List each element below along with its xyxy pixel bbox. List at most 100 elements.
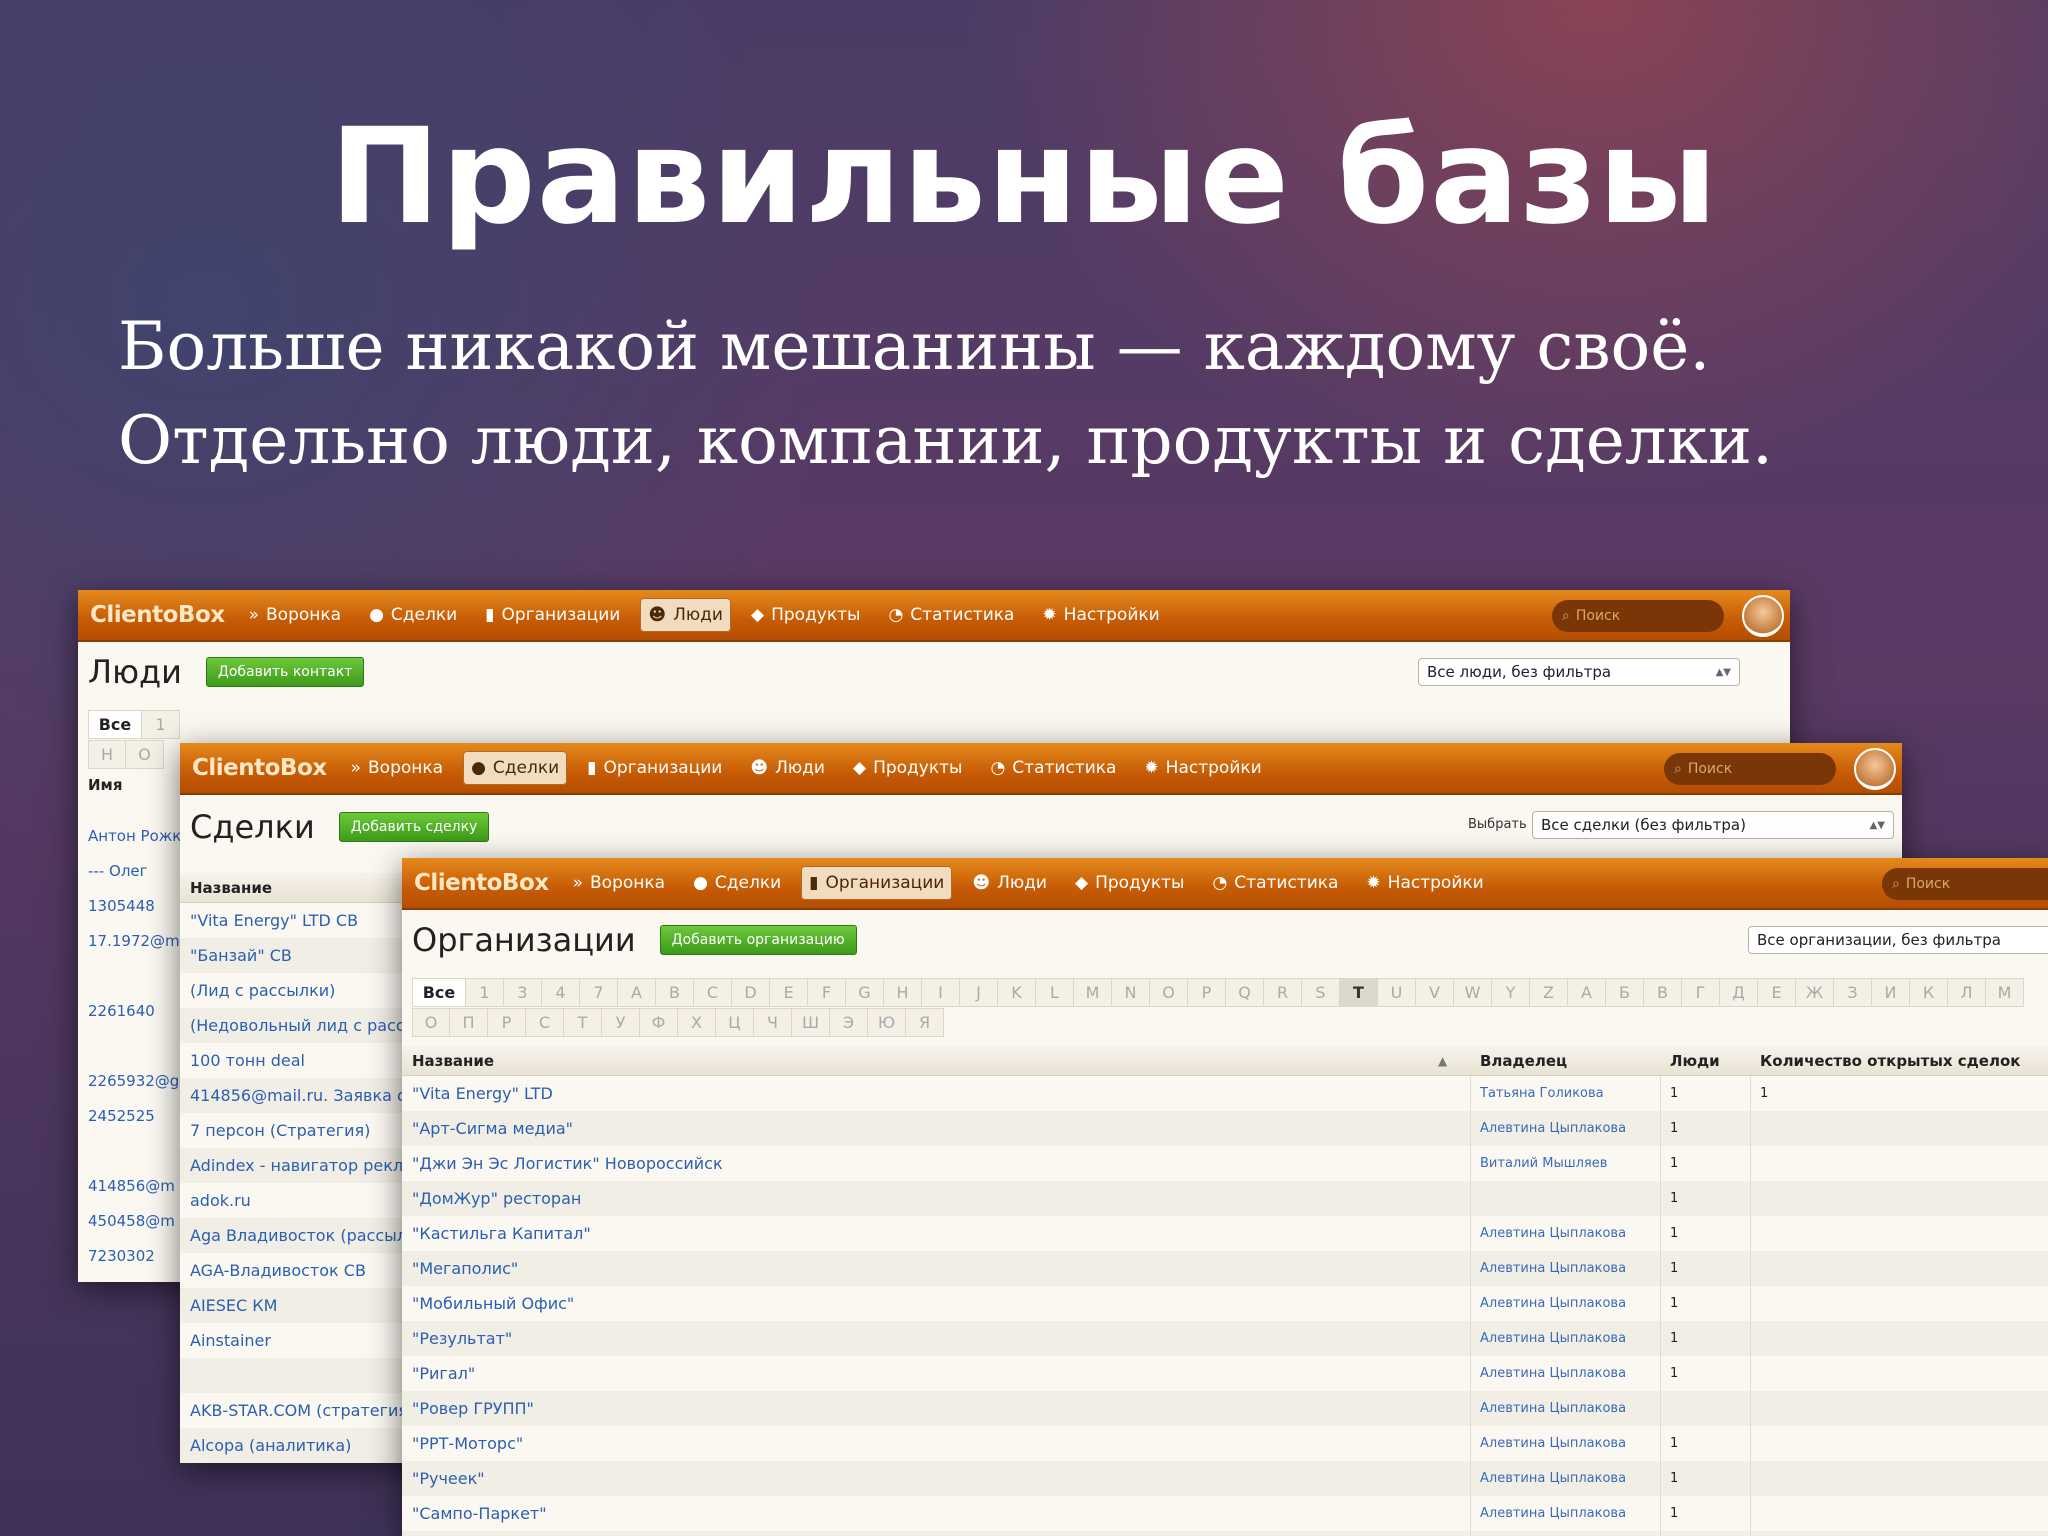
alphabet-letter[interactable]: А [1568,978,1606,1007]
orgs-filter-select[interactable]: Все организации, без фильтра [1748,926,2048,954]
nav-people[interactable]: ☻ Люди [742,751,833,785]
nav-orgs[interactable]: ▮ Организации [579,751,730,785]
list-item[interactable] [78,1028,188,1063]
org-name-link[interactable]: "Сампо-Паркет" [402,1504,547,1523]
alphabet-letter[interactable]: K [998,978,1036,1007]
alphabet-letter[interactable]: J [960,978,998,1007]
org-name-link[interactable]: "Ригал" [402,1364,475,1383]
alphabet-letter[interactable]: I [922,978,960,1007]
list-item[interactable]: Антон Рожк [78,818,188,853]
search-input[interactable]: ⌕ Поиск [1664,753,1836,785]
owner-link[interactable]: Алевтина Цыплакова [1480,1121,1626,1136]
owner-link[interactable]: Татьяна Голикова [1480,1086,1604,1101]
list-item[interactable]: 1305448 [78,888,188,923]
alphabet-letter[interactable]: F [808,978,846,1007]
alphabet-letter[interactable]: П [450,1008,488,1037]
sort-asc-icon[interactable]: ▲ [1438,1054,1447,1068]
alphabet-letter[interactable]: R [1264,978,1302,1007]
avatar[interactable] [1854,748,1896,790]
nav-stats[interactable]: ◔ Статистика [880,598,1022,632]
alphabet-letter[interactable]: Т [564,1008,602,1037]
alphabet-letter[interactable]: W [1454,978,1492,1007]
nav-products[interactable]: ◆ Продукты [1067,866,1192,900]
alphabet-letter[interactable]: 4 [542,978,580,1007]
org-name-link[interactable]: "Результат" [402,1329,512,1348]
alphabet-letter[interactable]: Д [1720,978,1758,1007]
add-contact-button[interactable]: Добавить контакт [205,657,365,687]
alphabet-letter[interactable]: E [770,978,808,1007]
nav-settings[interactable]: ✹ Настройки [1034,598,1167,632]
org-name-link[interactable]: "Ручеек" [402,1469,485,1488]
alphabet-letter[interactable]: A [618,978,656,1007]
search-input[interactable]: ⌕ Поиск [1882,868,2048,900]
list-item[interactable] [78,958,188,993]
alphabet-letter[interactable]: Ю [868,1008,906,1037]
alphabet-letter[interactable]: 1 [466,978,504,1007]
alphabet-letter[interactable]: Ч [754,1008,792,1037]
alphabet-letter[interactable]: L [1036,978,1074,1007]
alphabet-letter[interactable]: О [412,1008,450,1037]
nav-deals[interactable]: ● Сделки [685,866,789,900]
nav-funnel[interactable]: » Воронка [241,598,349,632]
people-filter-select[interactable]: Все люди, без фильтра ▲▼ [1418,658,1740,686]
owner-link[interactable]: Алевтина Цыплакова [1480,1366,1626,1381]
list-item[interactable] [78,1273,188,1282]
nav-settings[interactable]: ✹ Настройки [1136,751,1269,785]
owner-link[interactable]: Алевтина Цыплакова [1480,1226,1626,1241]
alphabet-letter[interactable]: N [1112,978,1150,1007]
org-name-link[interactable]: "РРТ-Моторс" [402,1434,523,1453]
alphabet-letter[interactable]: B [656,978,694,1007]
alphabet-letter[interactable]: S [1302,978,1340,1007]
owner-link[interactable]: Виталий Мышляев [1480,1156,1607,1171]
alphabet-letter[interactable]: M [1074,978,1112,1007]
list-item[interactable]: 17.1972@m [78,923,188,958]
add-deal-button[interactable]: Добавить сделку [338,812,490,842]
alphabet-letter[interactable]: H [884,978,922,1007]
column-header-people[interactable]: Люди [1670,1052,1720,1070]
org-name-link[interactable]: "Кастильга Капитал" [402,1224,591,1243]
list-item[interactable]: 414856@m [78,1168,188,1203]
owner-link[interactable]: Алевтина Цыплакова [1480,1331,1626,1346]
list-item[interactable] [78,1133,188,1168]
app-logo[interactable]: ClientoBox [192,755,327,781]
org-name-link[interactable]: "Мегаполис" [402,1259,518,1278]
alphabet-letter[interactable]: P [1188,978,1226,1007]
alphabet-letter[interactable]: Ф [640,1008,678,1037]
owner-link[interactable]: Алевтина Цыплакова [1480,1296,1626,1311]
alphabet-letter[interactable]: Q [1226,978,1264,1007]
nav-deals[interactable]: ● Сделки [361,598,465,632]
column-header-open-deals[interactable]: Количество открытых сделок [1760,1052,2020,1070]
alphabet-letter[interactable]: Все [88,710,142,739]
alphabet-letter[interactable]: Все [412,978,466,1007]
alphabet-letter[interactable]: Х [678,1008,716,1037]
list-item[interactable]: 2452525 [78,1098,188,1133]
column-header-owner[interactable]: Владелец [1480,1052,1567,1070]
deals-filter-select[interactable]: Все сделки (без фильтра) ▲▼ [1532,811,1894,839]
nav-people[interactable]: ☻ Люди [640,598,731,632]
alphabet-letter[interactable]: Ш [792,1008,830,1037]
nav-orgs[interactable]: ▮ Организации [477,598,628,632]
app-logo[interactable]: ClientoBox [414,870,549,896]
column-header-name[interactable]: Название [412,1052,494,1070]
column-header-name[interactable]: Имя [78,770,178,800]
org-name-link[interactable]: "Арт-Сигма медиа" [402,1119,573,1138]
owner-link[interactable]: Алевтина Цыплакова [1480,1261,1626,1276]
list-item[interactable]: 2261640 [78,993,188,1028]
alphabet-letter[interactable]: С [526,1008,564,1037]
owner-link[interactable]: Алевтина Цыплакова [1480,1401,1626,1416]
alphabet-letter[interactable]: У [602,1008,640,1037]
alphabet-letter[interactable]: З [1834,978,1872,1007]
alphabet-letter[interactable]: V [1416,978,1454,1007]
alphabet-letter[interactable]: О [126,740,164,769]
alphabet-letter[interactable]: D [732,978,770,1007]
app-logo[interactable]: ClientoBox [90,602,225,628]
alphabet-letter[interactable]: К [1910,978,1948,1007]
alphabet-letter[interactable]: Р [488,1008,526,1037]
add-org-button[interactable]: Добавить организацию [659,925,857,955]
alphabet-letter[interactable]: Z [1530,978,1568,1007]
alphabet-letter[interactable]: O [1150,978,1188,1007]
list-item[interactable]: --- Олег [78,853,188,888]
alphabet-letter[interactable]: В [1644,978,1682,1007]
nav-stats[interactable]: ◔ Статистика [1204,866,1346,900]
nav-deals[interactable]: ● Сделки [463,751,568,785]
